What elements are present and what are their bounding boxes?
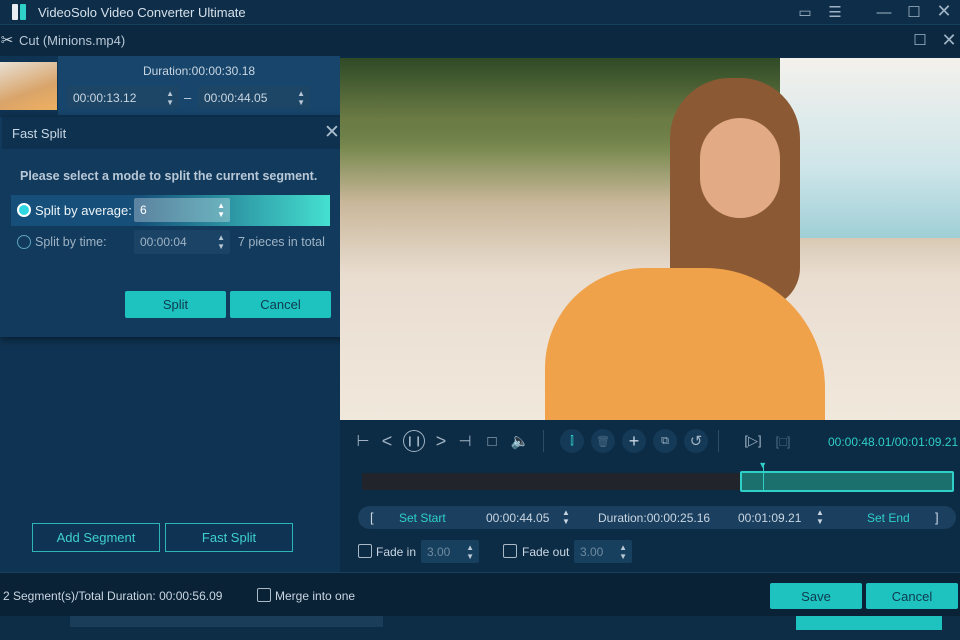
split-button[interactable]: Split <box>125 291 226 318</box>
go-to-start-icon[interactable]: ⊢ <box>354 432 372 450</box>
split-count-input[interactable]: 6 ▲ ▼ <box>134 198 230 222</box>
timeline-selection[interactable] <box>739 471 954 492</box>
copy-icon[interactable]: ⧉ <box>653 429 677 453</box>
fade-out-value: 3.00 <box>580 544 604 559</box>
range-end-time[interactable]: 00:01:09.21 <box>738 511 801 525</box>
close-icon[interactable]: ✕ <box>940 30 958 50</box>
segment-thumbnail[interactable] <box>0 62 57 110</box>
cancel-button[interactable]: Cancel <box>866 583 958 609</box>
spinner-icon[interactable]: ▲ ▼ <box>217 201 225 219</box>
menu-icon[interactable]: ☰ <box>826 3 844 21</box>
range-bar: [ Set Start 00:00:44.05 ▲ ▼ Duration:00:0… <box>358 506 956 529</box>
range-duration: Duration:00:00:25.16 <box>598 511 711 525</box>
stop-icon[interactable]: □ <box>483 432 501 450</box>
app-title-bar: VideoSolo Video Converter Ultimate ▭ ☰ —… <box>0 0 960 24</box>
volume-icon[interactable]: 🔈 <box>510 432 530 450</box>
split-by-average-label: Split by average: <box>35 203 132 218</box>
range-dash: – <box>184 90 192 105</box>
split-by-average-row[interactable]: Split by average: 6 ▲ ▼ <box>11 195 330 226</box>
pause-icon[interactable]: ❙❙ <box>403 430 425 452</box>
timeline-track[interactable]: ▼ <box>362 460 954 492</box>
fade-out-label: Fade out <box>522 545 570 559</box>
set-start-button[interactable]: Set Start <box>399 511 446 525</box>
spinner-icon[interactable]: ▲ ▼ <box>619 543 627 561</box>
go-to-end-icon[interactable]: ⊣ <box>456 432 474 450</box>
split-count-value: 6 <box>140 203 147 217</box>
radio-selected-icon[interactable] <box>17 203 31 217</box>
split-by-time-label: Split by time: <box>35 235 107 249</box>
feedback-icon[interactable]: ▭ <box>796 3 814 21</box>
merge-label: Merge into one <box>275 589 356 603</box>
add-segment-button[interactable]: Add Segment <box>32 523 160 552</box>
split-time-value: 00:00:04 <box>140 235 187 249</box>
background-window-strip <box>0 616 960 640</box>
app-title: VideoSolo Video Converter Ultimate <box>38 5 246 20</box>
dialog-title: Fast Split <box>12 126 67 141</box>
spinner-icon[interactable]: ▲ ▼ <box>297 89 305 107</box>
playhead-marker-icon[interactable]: ▼ <box>758 460 767 470</box>
fade-in-checkbox[interactable] <box>358 544 372 558</box>
pieces-count: 7 pieces in total <box>238 235 325 249</box>
maximize-icon[interactable]: ☐ <box>905 3 923 21</box>
video-preview[interactable] <box>340 58 960 420</box>
segment-start-value: 00:00:13.12 <box>73 90 137 105</box>
spinner-icon[interactable]: ▲ ▼ <box>166 89 174 107</box>
app-logo-icon <box>10 3 28 21</box>
dialog-header: Fast Split ✕ <box>2 117 350 149</box>
spinner-icon[interactable]: ▲ ▼ <box>466 543 474 561</box>
stop-segment-icon[interactable]: [□] <box>772 431 794 451</box>
play-segment-icon[interactable]: [▷] <box>742 431 764 451</box>
person-face <box>700 118 780 218</box>
close-icon[interactable]: ✕ <box>322 122 342 143</box>
fade-out-checkbox[interactable] <box>503 544 517 558</box>
fast-split-button[interactable]: Fast Split <box>165 523 293 552</box>
bottom-bar: 2 Segment(s)/Total Duration: 00:00:56.09… <box>0 572 960 616</box>
split-time-input[interactable]: 00:00:04 ▲ ▼ <box>134 230 230 254</box>
close-icon[interactable]: ✕ <box>935 1 953 21</box>
save-button[interactable]: Save <box>770 583 862 609</box>
fade-out-input[interactable]: 3.00 ▲ ▼ <box>574 540 632 563</box>
bracket-start: [ <box>370 510 374 525</box>
reset-icon[interactable]: ↺ <box>684 429 708 453</box>
segment-duration: Duration:00:00:30.18 <box>142 64 256 78</box>
minimize-icon[interactable]: — <box>875 3 893 21</box>
segment-end-input[interactable]: 00:00:44.05 ▲ ▼ <box>198 86 310 109</box>
segment-item[interactable]: Duration:00:00:30.18 00:00:13.12 ▲ ▼ – 00:… <box>58 56 340 115</box>
player-controls: ⊢ < ❙❙ > ⊣ □ 🔈 ⫿ 🗑 + ⧉ ↺ [▷] [□] 00:00:4… <box>340 420 960 572</box>
spinner-icon[interactable]: ▲ ▼ <box>217 233 225 251</box>
playhead[interactable]: ▼ <box>758 460 767 490</box>
fast-split-dialog: Fast Split ✕ Please select a mode to spl… <box>0 117 356 337</box>
dialog-prompt: Please select a mode to split the curren… <box>20 169 318 183</box>
segment-start-input[interactable]: 00:00:13.12 ▲ ▼ <box>67 86 179 109</box>
scissors-icon: ✂ <box>0 32 14 49</box>
split-icon[interactable]: ⫿ <box>560 429 584 453</box>
cut-window-header: ✂ Cut (Minions.mp4) ☐ ✕ <box>0 24 960 56</box>
playback-time: 00:00:48.01/00:01:09.21 <box>828 435 959 449</box>
fade-in-input[interactable]: 3.00 ▲ ▼ <box>421 540 479 563</box>
spinner-icon[interactable]: ▲ ▼ <box>562 508 570 526</box>
delete-icon[interactable]: 🗑 <box>591 429 615 453</box>
radio-unselected-icon[interactable] <box>17 235 31 249</box>
cut-title: Cut (Minions.mp4) <box>19 33 126 48</box>
set-end-button[interactable]: Set End <box>867 511 910 525</box>
spinner-icon[interactable]: ▲ ▼ <box>816 508 824 526</box>
fade-in-value: 3.00 <box>427 544 451 559</box>
maximize-icon[interactable]: ☐ <box>911 31 929 49</box>
dialog-cancel-button[interactable]: Cancel <box>230 291 331 318</box>
range-start-time[interactable]: 00:00:44.05 <box>486 511 549 525</box>
segments-summary: 2 Segment(s)/Total Duration: 00:00:56.09 <box>3 589 223 603</box>
fade-in-label: Fade in <box>376 545 417 559</box>
add-icon[interactable]: + <box>622 429 646 453</box>
merge-checkbox[interactable] <box>257 588 271 602</box>
previous-frame-icon[interactable]: < <box>378 431 396 451</box>
bracket-end: ] <box>935 510 939 525</box>
next-frame-icon[interactable]: > <box>432 431 450 451</box>
segment-end-value: 00:00:44.05 <box>204 90 268 105</box>
